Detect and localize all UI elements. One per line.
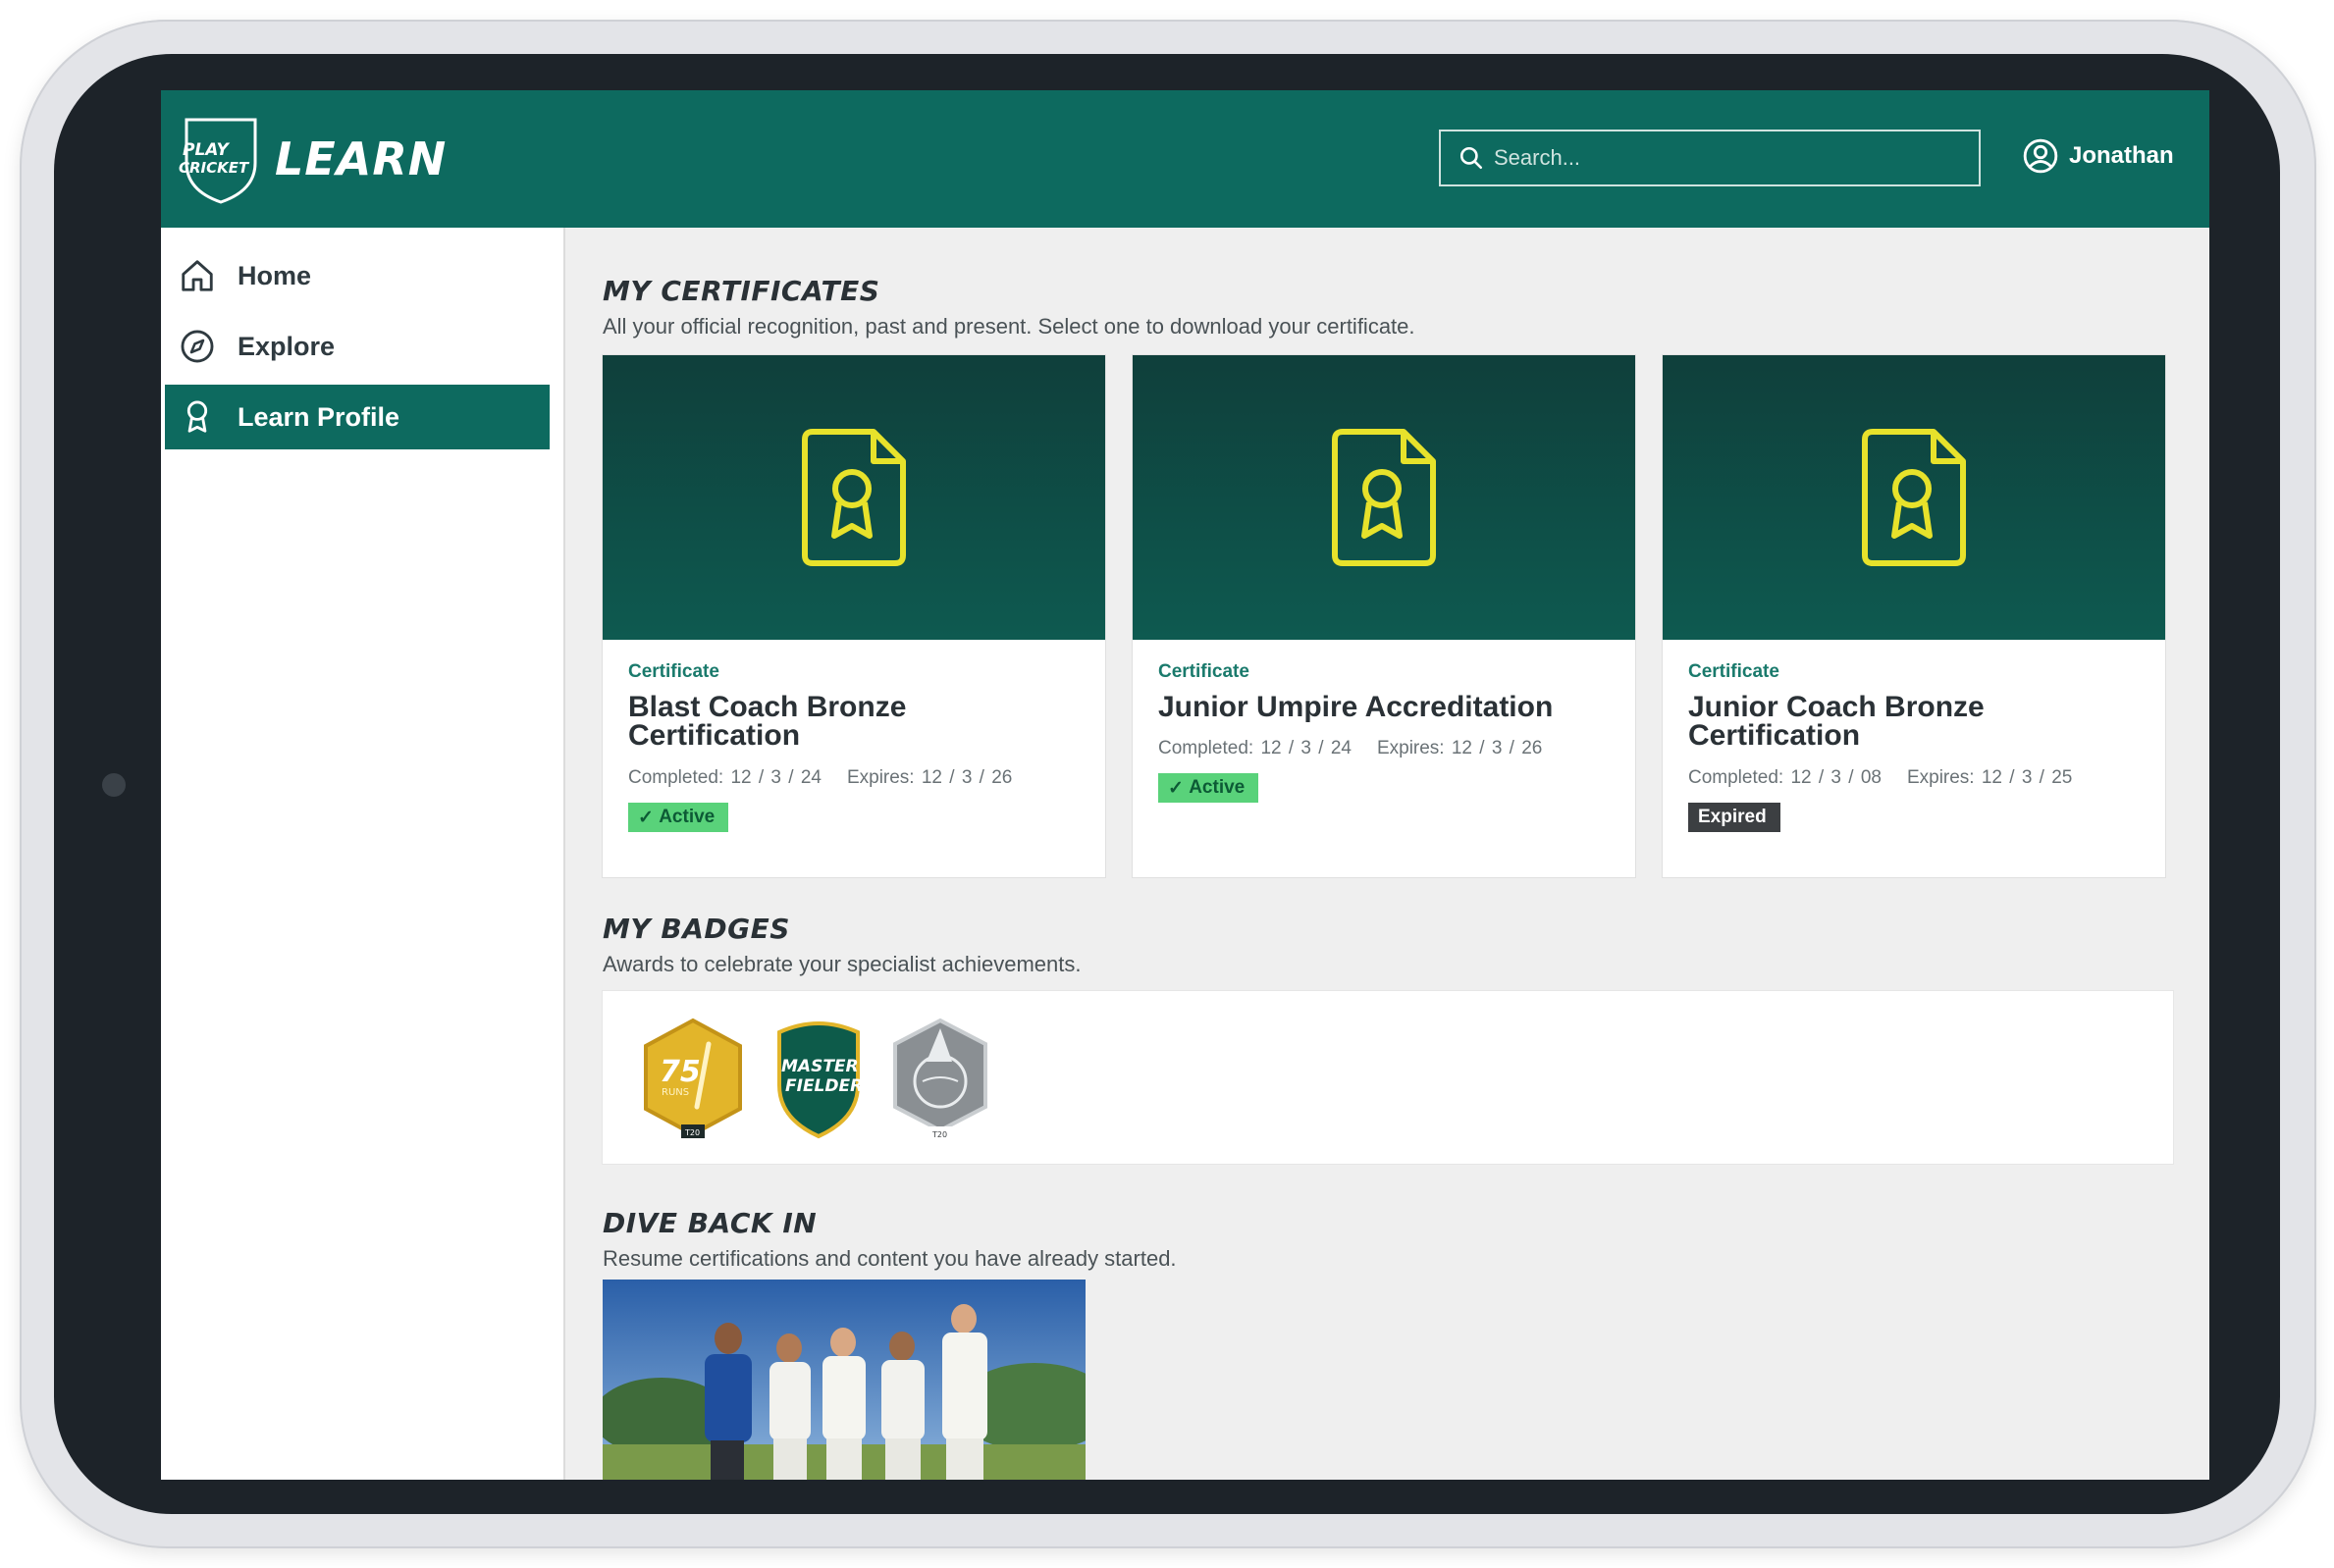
certificate-document-icon [802,429,906,566]
resume-subtitle: Resume certifications and content you ha… [603,1246,1177,1271]
completed-date: Completed: 12 / 3 / 24 [1158,738,1352,758]
certificate-title: Junior Coach Bronze Certification [1688,691,1985,752]
certificate-kicker: Certificate [628,661,719,682]
certificate-document-icon [1332,429,1436,566]
svg-text:FIELDER: FIELDER [785,1076,863,1096]
compass-icon [181,330,214,363]
search-icon [1459,146,1483,170]
sidebar-item-explore[interactable]: Explore [165,314,550,379]
search-input[interactable] [1492,144,1967,172]
sidebar: Home Explore Learn Profile [161,228,565,1480]
wizard-ball-badge-icon[interactable]: T20 [887,1017,993,1142]
svg-text:75: 75 [660,1055,701,1089]
svg-text:RUNS: RUNS [662,1087,689,1098]
certificate-hero [1663,355,2165,640]
certificate-kicker: Certificate [1158,661,1249,682]
cricket-players-photo [603,1280,1086,1480]
sidebar-item-label: Learn Profile [238,401,400,432]
certificate-hero [603,355,1105,640]
runs-75-badge-icon[interactable]: 75 RUNS T20 [638,1017,748,1142]
user-name: Jonathan [2069,142,2174,169]
certificate-title: Blast Coach Bronze Certification [628,691,907,752]
certificate-document-icon [1862,429,1966,566]
sidebar-item-label: Explore [238,331,336,361]
status-badge: ✓ Active [628,803,729,832]
svg-text:CRICKET: CRICKET [179,159,250,177]
completed-date: Completed: 12 / 3 / 24 [628,767,822,788]
certificate-card[interactable]: Certificate Blast Coach Bronze Certifica… [603,355,1105,877]
certificate-dates: Completed: 12 / 3 / 24 Expires: 12 / 3 / … [1158,738,1542,759]
certificate-dates: Completed: 12 / 3 / 08 Expires: 12 / 3 / … [1688,767,2072,789]
certificate-dates: Completed: 12 / 3 / 24 Expires: 12 / 3 / … [628,767,1012,789]
home-icon [182,260,213,291]
status-badge: Expired [1688,803,1780,832]
check-icon: ✓ [1168,777,1190,799]
logo-wordmark: LEARN [275,132,448,185]
svg-text:PLAY: PLAY [183,140,230,160]
shield-logo-icon: PLAY CRICKET [179,118,257,204]
svg-text:MASTER: MASTER [781,1057,859,1076]
completed-date: Completed: 12 / 3 / 08 [1688,767,1882,788]
top-header: PLAY CRICKET LEARN Jonathan [161,90,2209,228]
play-cricket-learn-logo[interactable]: PLAY CRICKET LEARN [177,112,447,206]
main-content: MY CERTIFICATES All your official recogn… [563,228,2209,1480]
master-fielder-badge-icon[interactable]: MASTER FIELDER [769,1017,868,1142]
certificates-subtitle: All your official recognition, past and … [603,314,1415,339]
certificate-kicker: Certificate [1688,661,1779,682]
search-box[interactable] [1439,130,1981,186]
badges-heading: MY BADGES [603,913,790,945]
badges-panel: 75 RUNS T20 MASTER FIELDER T20 [603,991,2173,1164]
expires-date: Expires: 12 / 3 / 25 [1906,767,2073,788]
certificate-card[interactable]: Certificate Junior Coach Bronze Certific… [1663,355,2165,877]
certificate-hero [1133,355,1635,640]
award-icon [186,400,208,433]
svg-text:T20: T20 [684,1128,700,1137]
sidebar-item-home[interactable]: Home [165,243,550,308]
app-screen: PLAY CRICKET LEARN Jonathan [161,90,2209,1480]
certificate-title: Junior Umpire Accreditation [1158,691,1554,723]
badges-subtitle: Awards to celebrate your specialist achi… [603,952,1082,976]
certificate-card[interactable]: Certificate Junior Umpire Accreditation … [1133,355,1635,877]
user-menu[interactable]: Jonathan [2022,137,2174,175]
check-icon: ✓ [638,807,660,828]
sidebar-item-label: Home [238,260,312,290]
resume-heading: DIVE BACK IN [603,1207,818,1239]
expires-date: Expires: 12 / 3 / 26 [846,767,1013,788]
expires-date: Expires: 12 / 3 / 26 [1376,738,1543,758]
certificates-heading: MY CERTIFICATES [603,275,880,307]
svg-text:T20: T20 [931,1130,947,1139]
sidebar-item-learn-profile[interactable]: Learn Profile [165,385,550,449]
camera-dot [102,773,126,797]
status-badge: ✓ Active [1158,773,1259,803]
user-avatar-icon [2023,138,2058,174]
resume-course-thumbnail[interactable] [603,1280,1086,1480]
